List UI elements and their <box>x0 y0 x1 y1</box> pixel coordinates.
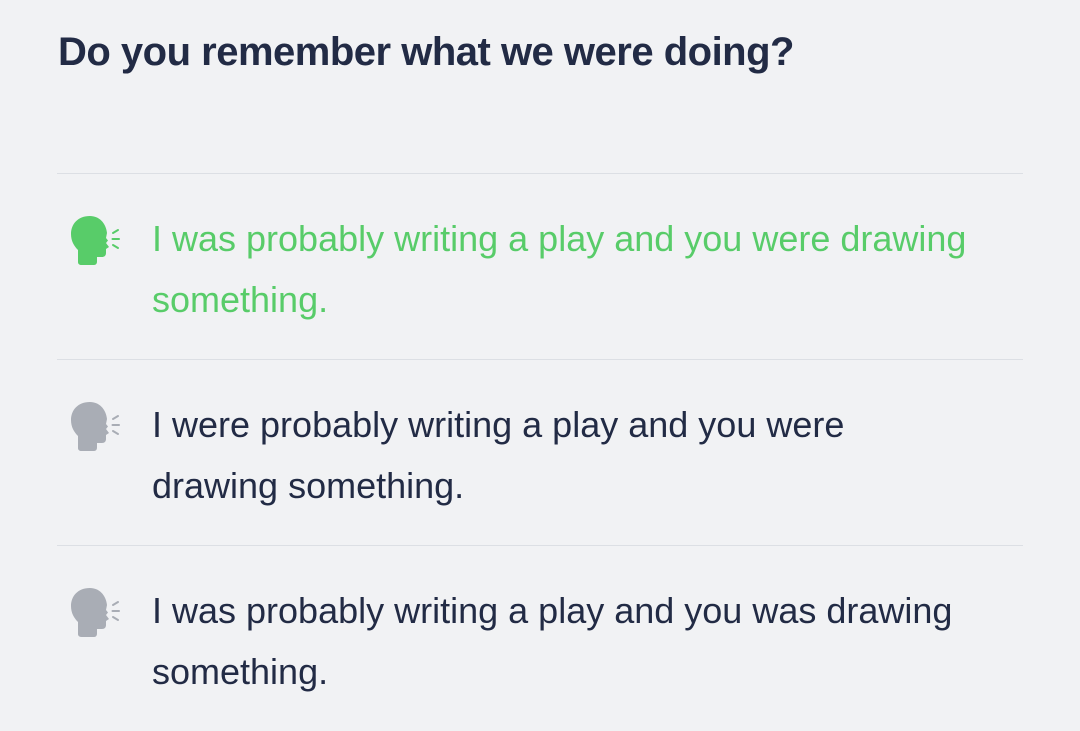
answer-option-3[interactable]: I was probably writing a play and you wa… <box>57 545 1023 731</box>
answer-option-text: I was probably writing a play and you we… <box>152 218 967 320</box>
speaking-head-icon[interactable] <box>65 586 121 638</box>
exercise-screen: Do you remember what we were doing? I wa… <box>0 0 1080 710</box>
answer-option-1[interactable]: I was probably writing a play and you we… <box>57 173 1023 359</box>
question-title: Do you remember what we were doing? <box>58 30 794 74</box>
speaking-head-icon[interactable] <box>65 400 121 452</box>
answer-option-text: I were probably writing a play and you w… <box>152 404 845 506</box>
answer-options: I was probably writing a play and you we… <box>57 173 1023 731</box>
answer-option-2[interactable]: I were probably writing a play and you w… <box>57 359 1023 545</box>
answer-option-text: I was probably writing a play and you wa… <box>152 590 953 692</box>
speaking-head-icon[interactable] <box>65 214 121 266</box>
